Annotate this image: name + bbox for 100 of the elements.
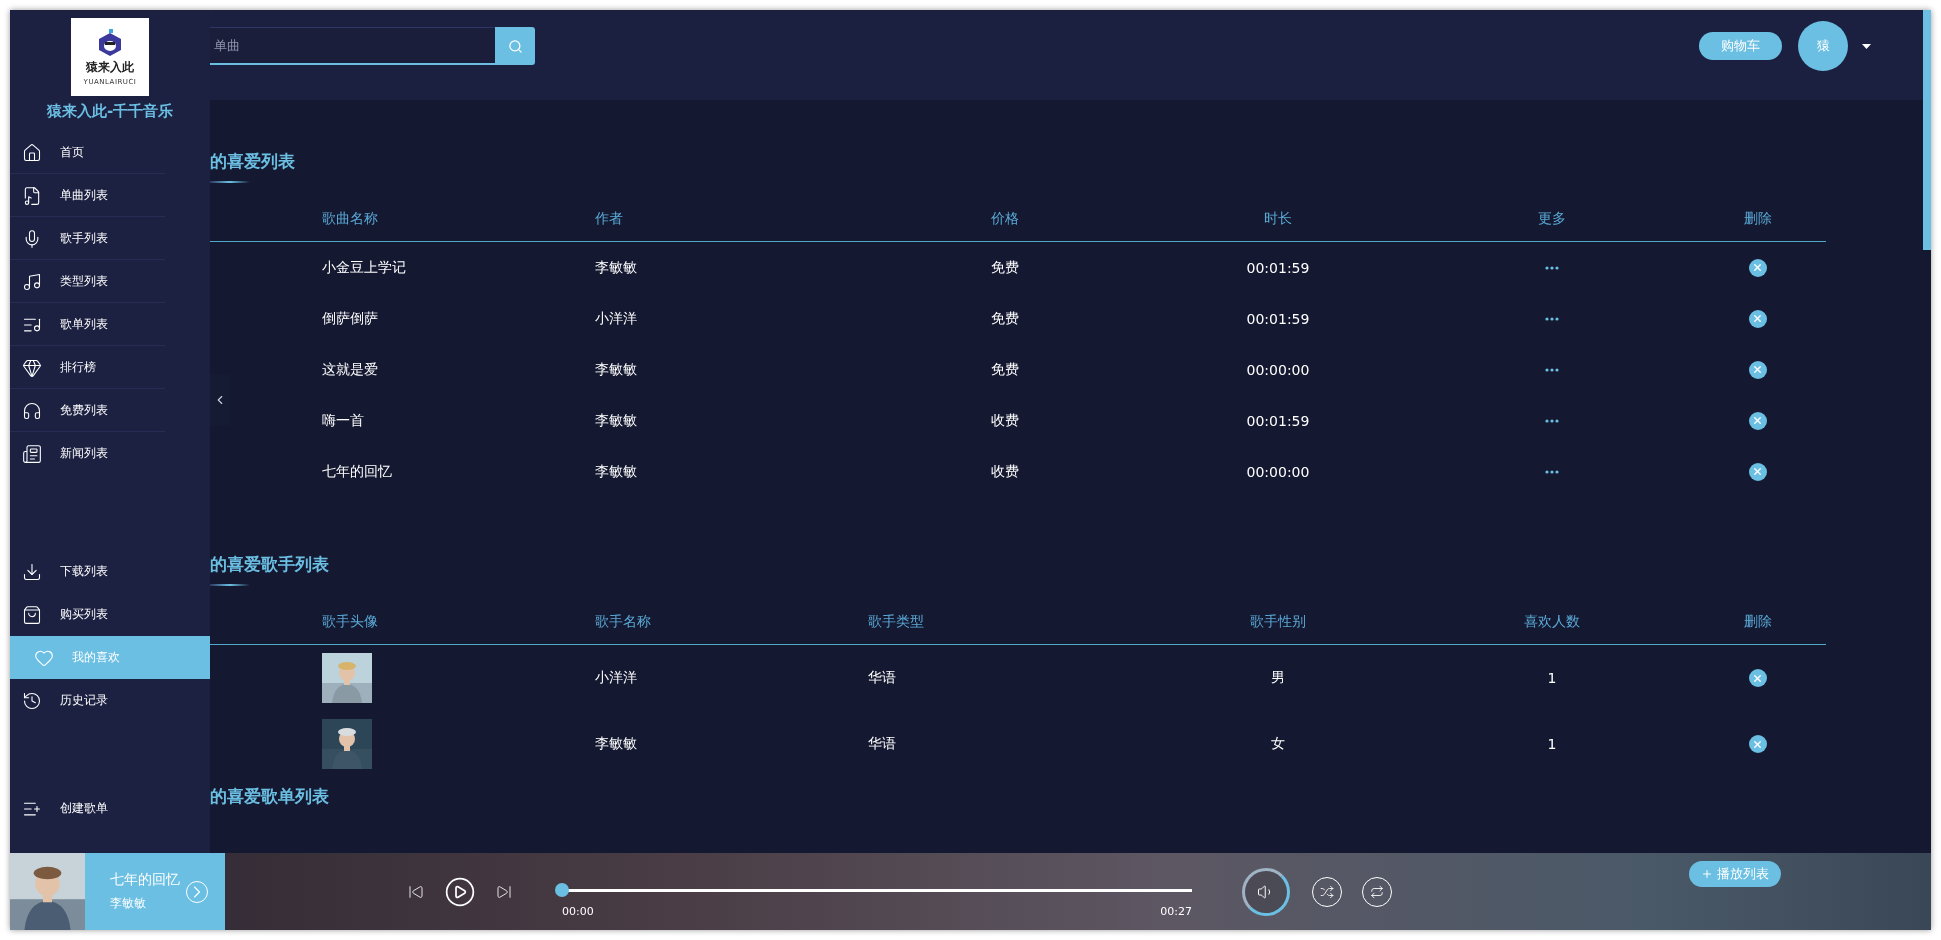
close-icon [1752,672,1763,684]
next-button[interactable] [496,883,512,900]
table-cell: 00:00:00 [1246,361,1310,378]
table-cell: 免费 [991,309,1019,328]
shuffle-icon [1320,884,1334,899]
table-cell: 收费 [991,462,1019,481]
house-icon [22,142,42,163]
table-cell: 李敏敏 [595,462,637,481]
sidebar-item[interactable]: 购买列表 [10,593,165,636]
table-cell: 00:00:00 [1246,463,1310,480]
column-header: 歌手名称 [595,613,651,631]
diamond-icon [22,357,42,378]
column-header: 价格 [991,210,1019,228]
delete-button[interactable] [1748,411,1767,430]
close-icon [1752,415,1763,426]
delete-button[interactable] [1748,735,1767,753]
column-header: 歌手头像 [322,613,378,631]
monkey-logo-icon [97,28,123,57]
play-icon [444,875,476,908]
more-icon[interactable] [1545,265,1559,270]
table-cell: 李敏敏 [595,258,637,277]
column-header: 更多 [1538,210,1566,228]
column-header: 时长 [1264,210,1292,228]
search-field[interactable]: 单曲 [210,27,495,65]
table-cell: 00:01:59 [1246,310,1310,327]
table-cell: 00:01:59 [1246,412,1310,429]
dropdown-caret-icon[interactable] [1862,43,1871,49]
plus-icon [1701,867,1713,880]
column-header: 歌手类型 [868,613,924,631]
more-icon[interactable] [1545,367,1559,372]
artist-name: 李敏敏 [110,895,147,912]
repeat-icon [1370,884,1384,899]
table-cell: 1 [1547,736,1557,752]
delete-button[interactable] [1748,309,1767,328]
more-icon[interactable] [1545,469,1559,474]
table-cell: 女 [1271,735,1285,753]
sidebar-item[interactable]: 首页 [10,131,165,174]
music-note-icon [22,271,42,292]
sidebar-item[interactable]: 歌手列表 [10,217,165,260]
sidebar-item[interactable]: 免费列表 [10,389,165,432]
sidebar-item[interactable]: 下载列表 [10,550,165,593]
sidebar-item[interactable]: 排行榜 [10,346,165,389]
table-cell: 华语 [868,735,896,753]
table-cell: 小洋洋 [595,309,637,328]
table-cell: 免费 [991,258,1019,277]
column-header: 删除 [1743,613,1772,631]
table-cell: 倒萨倒萨 [322,309,378,328]
close-icon [1752,313,1763,324]
total-time: 00:27 [1160,905,1192,918]
progress-thumb[interactable] [555,883,569,897]
sidebar-item[interactable]: 新闻列表 [10,432,165,475]
table-cell: 1 [1547,670,1557,686]
music-file-icon [22,185,42,206]
close-icon [1752,364,1763,375]
history-icon [22,690,42,711]
song-title: 七年的回忆 [110,871,180,889]
column-header: 喜欢人数 [1524,613,1580,631]
table-cell: 免费 [991,360,1019,379]
close-icon [1752,466,1763,477]
sidebar-item[interactable]: 歌单列表 [10,303,165,346]
table-cell: 收费 [991,411,1019,430]
section-title: 的喜爱列表 [210,150,295,173]
shopping-bag-icon [22,604,42,625]
section-title: 的喜爱歌手列表 [210,553,329,576]
sidebar-item[interactable]: 单曲列表 [10,174,165,217]
table-cell: 嗨一首 [322,411,364,430]
table-cell: 李敏敏 [595,735,637,753]
table-cell: 李敏敏 [595,360,637,379]
table-cell: 这就是爱 [322,360,378,379]
table-cell: 七年的回忆 [322,462,392,481]
table-cell: 00:01:59 [1246,259,1310,276]
news-icon [22,443,42,464]
table-cell: 男 [1271,669,1285,687]
more-icon[interactable] [1545,316,1559,321]
app-title: 猿来入此-千千音乐 [45,102,175,121]
next-icon [496,883,512,900]
play-button[interactable] [444,875,476,908]
more-icon[interactable] [1545,418,1559,423]
column-header: 作者 [595,210,623,228]
table-cell: 李敏敏 [595,411,637,430]
scrollbar-thumb[interactable] [1923,10,1931,250]
sidebar-item[interactable]: 创建歌单 [10,787,165,830]
sidebar-item[interactable]: 历史记录 [10,679,165,722]
download-icon [22,561,42,582]
delete-button[interactable] [1748,462,1767,481]
table-cell: 小洋洋 [595,669,637,687]
sidebar-item[interactable]: 类型列表 [10,260,165,303]
current-time: 00:00 [562,905,594,918]
delete-button[interactable] [1748,360,1767,379]
previous-icon [408,883,424,900]
logo-text: 猿来入此 [86,58,134,76]
previous-button[interactable] [408,883,424,900]
search-icon [507,38,523,54]
section-title: 的喜爱歌单列表 [210,785,329,808]
volume-button[interactable] [1242,867,1290,916]
delete-button[interactable] [1748,258,1767,277]
close-icon [1752,262,1763,273]
delete-button[interactable] [1748,669,1767,687]
headphones-icon [22,400,42,421]
column-header: 歌手性别 [1250,613,1306,631]
